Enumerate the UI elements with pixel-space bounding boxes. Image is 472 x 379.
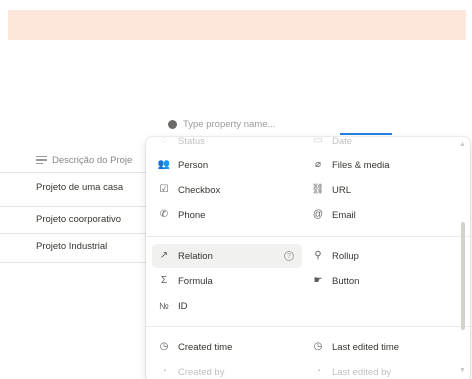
search-icon: ⚲ bbox=[314, 250, 322, 261]
focus-indicator bbox=[340, 133, 392, 135]
property-type-menu: ◌ Status ▭ Date 👥 Person ⌀ Files & media… bbox=[146, 137, 470, 379]
property-search-input[interactable] bbox=[183, 118, 343, 130]
globe-icon bbox=[168, 119, 177, 129]
menu-item-id[interactable]: № ID bbox=[152, 294, 302, 318]
menu-item-phone[interactable]: ✆ Phone bbox=[152, 203, 302, 227]
sigma-icon: Σ bbox=[160, 275, 168, 286]
clock-icon: ◷ bbox=[159, 341, 169, 352]
at-icon: @ bbox=[312, 209, 324, 220]
user-circle-icon: ◔ bbox=[314, 366, 322, 377]
scroll-up-icon[interactable]: ▲ bbox=[459, 141, 466, 148]
menu-item-email[interactable]: @ Email bbox=[306, 203, 456, 227]
table-row[interactable]: Projeto de uma casa bbox=[36, 174, 123, 200]
menu-item-files-media[interactable]: ⌀ Files & media bbox=[306, 153, 456, 177]
menu-item-status[interactable]: ◌ Status bbox=[152, 137, 302, 153]
menu-item-relation[interactable]: ↗ Relation ? bbox=[152, 244, 302, 268]
cursor-click-icon: ☛ bbox=[313, 275, 323, 286]
menu-item-checkbox[interactable]: ☑ Checkbox bbox=[152, 178, 302, 202]
row-divider bbox=[0, 172, 150, 173]
phone-icon: ✆ bbox=[159, 209, 169, 220]
menu-item-last-edited-by[interactable]: ◔ Last edited by bbox=[306, 360, 456, 379]
table-cell: Projeto de uma casa bbox=[36, 181, 124, 193]
table-row[interactable]: Projeto coorporativo bbox=[36, 206, 121, 232]
column-header-label: Descrição do Proje bbox=[52, 154, 133, 166]
menu-item-formula[interactable]: Σ Formula bbox=[152, 269, 302, 293]
menu-item-person[interactable]: 👥 Person bbox=[152, 153, 302, 177]
text-lines-icon bbox=[36, 155, 47, 165]
menu-scrollbar[interactable] bbox=[461, 222, 465, 330]
table-row[interactable]: Projeto Industrial bbox=[36, 233, 107, 259]
row-divider bbox=[0, 262, 150, 263]
property-search bbox=[168, 116, 343, 132]
menu-item-button[interactable]: ☛ Button bbox=[306, 269, 456, 293]
scroll-down-icon[interactable]: ▼ bbox=[459, 367, 466, 374]
help-icon[interactable]: ? bbox=[284, 251, 294, 261]
menu-divider bbox=[146, 326, 470, 327]
menu-item-url[interactable]: ⛓ URL bbox=[306, 178, 456, 202]
user-circle-icon: ◔ bbox=[160, 366, 168, 377]
arrow-up-right-icon: ↗ bbox=[159, 250, 169, 261]
status-icon: ◌ bbox=[161, 137, 167, 146]
table-cell: Projeto coorporativo bbox=[36, 213, 122, 225]
menu-item-last-edited-time[interactable]: ◷ Last edited time bbox=[306, 335, 456, 359]
link-icon: ⛓ bbox=[311, 184, 325, 195]
column-header-description[interactable]: Descrição do Proje bbox=[36, 150, 132, 170]
numero-icon: № bbox=[159, 300, 169, 311]
menu-divider bbox=[146, 236, 470, 237]
menu-item-created-time[interactable]: ◷ Created time bbox=[152, 335, 302, 359]
menu-item-date[interactable]: ▭ Date bbox=[306, 137, 456, 153]
calendar-icon: ▭ bbox=[313, 137, 323, 146]
paperclip-icon: ⌀ bbox=[314, 159, 322, 170]
clock-icon: ◷ bbox=[313, 341, 323, 352]
checkbox-icon: ☑ bbox=[159, 184, 169, 195]
person-icon: 👥 bbox=[157, 159, 171, 170]
menu-item-created-by[interactable]: ◔ Created by bbox=[152, 360, 302, 379]
top-banner bbox=[8, 10, 466, 40]
table-cell: Projeto Industrial bbox=[36, 240, 108, 252]
menu-item-rollup[interactable]: ⚲ Rollup bbox=[306, 244, 456, 268]
